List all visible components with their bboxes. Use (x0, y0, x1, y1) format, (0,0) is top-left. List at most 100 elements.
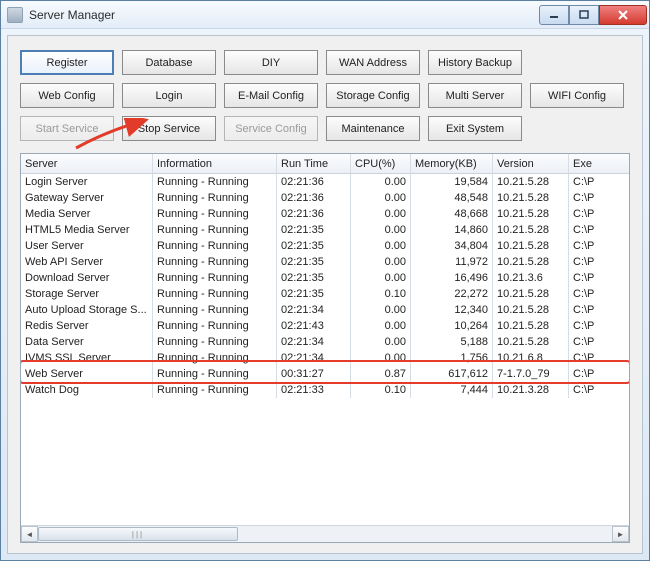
cell: Web API Server (21, 254, 153, 270)
database-button[interactable]: Database (122, 50, 216, 75)
cell: 0.00 (351, 254, 411, 270)
scroll-track[interactable]: ||| (38, 526, 612, 542)
table-row[interactable]: Redis ServerRunning - Running02:21:430.0… (21, 318, 629, 334)
cell: 10.21.5.28 (493, 302, 569, 318)
cell: 0.00 (351, 270, 411, 286)
cell: C:\P (569, 382, 615, 398)
toolbar: Register Database DIY WAN Address History Ba… (20, 50, 630, 141)
register-button[interactable]: Register (20, 50, 114, 75)
cell: 00:31:27 (277, 366, 351, 382)
col-information[interactable]: Information (153, 154, 277, 173)
cell: 48,668 (411, 206, 493, 222)
cell: C:\P (569, 286, 615, 302)
table-row[interactable]: Storage ServerRunning - Running02:21:350… (21, 286, 629, 302)
cell: Media Server (21, 206, 153, 222)
cell: IVMS SSL Server (21, 350, 153, 366)
stop-service-button[interactable]: Stop Service (122, 116, 216, 141)
cell: 0.00 (351, 334, 411, 350)
cell: 0.10 (351, 286, 411, 302)
cell: Login Server (21, 174, 153, 190)
table-row[interactable]: User ServerRunning - Running02:21:350.00… (21, 238, 629, 254)
cell: Running - Running (153, 190, 277, 206)
cell: Redis Server (21, 318, 153, 334)
cell: 10.21.5.28 (493, 174, 569, 190)
table-body: Login ServerRunning - Running02:21:360.0… (21, 174, 629, 525)
cell: 02:21:34 (277, 350, 351, 366)
cell: 02:21:35 (277, 286, 351, 302)
table-row[interactable]: Web API ServerRunning - Running02:21:350… (21, 254, 629, 270)
cell: 0.00 (351, 190, 411, 206)
cell: C:\P (569, 238, 615, 254)
table-row[interactable]: HTML5 Media ServerRunning - Running02:21… (21, 222, 629, 238)
minimize-button[interactable] (539, 5, 569, 25)
cell: 617,612 (411, 366, 493, 382)
cell: 02:21:43 (277, 318, 351, 334)
cell: C:\P (569, 366, 615, 382)
table-row[interactable]: Web ServerRunning - Running00:31:270.876… (21, 366, 629, 382)
table-row[interactable]: Login ServerRunning - Running02:21:360.0… (21, 174, 629, 190)
col-cpu[interactable]: CPU(%) (351, 154, 411, 173)
cell: 02:21:36 (277, 190, 351, 206)
table-row[interactable]: Media ServerRunning - Running02:21:360.0… (21, 206, 629, 222)
cell: Download Server (21, 270, 153, 286)
col-server[interactable]: Server (21, 154, 153, 173)
multi-server-button[interactable]: Multi Server (428, 83, 522, 108)
col-exe[interactable]: Exe (569, 154, 615, 173)
maintenance-button[interactable]: Maintenance (326, 116, 420, 141)
table-row[interactable]: Data ServerRunning - Running02:21:340.00… (21, 334, 629, 350)
maximize-icon (579, 10, 589, 20)
cell: Running - Running (153, 318, 277, 334)
col-run-time[interactable]: Run Time (277, 154, 351, 173)
cell: 10.21.5.28 (493, 286, 569, 302)
cell: 02:21:36 (277, 174, 351, 190)
cell: 02:21:33 (277, 382, 351, 398)
scroll-left-button[interactable]: ◄ (21, 526, 38, 542)
cell: 1,756 (411, 350, 493, 366)
cell: 34,804 (411, 238, 493, 254)
cell: 02:21:34 (277, 334, 351, 350)
col-version[interactable]: Version (493, 154, 569, 173)
cell: Running - Running (153, 270, 277, 286)
diy-button[interactable]: DIY (224, 50, 318, 75)
e-mail-config-button[interactable]: E-Mail Config (224, 83, 318, 108)
cell: 02:21:36 (277, 206, 351, 222)
table-header: ServerInformationRun TimeCPU(%)Memory(KB… (21, 154, 629, 174)
cell: 10.21.5.28 (493, 254, 569, 270)
cell: 0.10 (351, 382, 411, 398)
cell: Running - Running (153, 238, 277, 254)
col-memory-kb[interactable]: Memory(KB) (411, 154, 493, 173)
cell: 19,584 (411, 174, 493, 190)
scroll-right-button[interactable]: ► (612, 526, 629, 542)
horizontal-scrollbar[interactable]: ◄ ||| ► (21, 525, 629, 542)
toolbar-row-1: Register Database DIY WAN Address History Ba… (20, 50, 630, 75)
titlebar[interactable]: Server Manager (1, 1, 649, 29)
wifi-config-button[interactable]: WIFI Config (530, 83, 624, 108)
wan-address-button[interactable]: WAN Address (326, 50, 420, 75)
cell: 10.21.3.28 (493, 382, 569, 398)
toolbar-row-2: Web Config Login E-Mail Config Storage Conf… (20, 83, 630, 108)
web-config-button[interactable]: Web Config (20, 83, 114, 108)
history-backup-button[interactable]: History Backup (428, 50, 522, 75)
service-config-button: Service Config (224, 116, 318, 141)
table-row[interactable]: Watch DogRunning - Running02:21:330.107,… (21, 382, 629, 398)
login-button[interactable]: Login (122, 83, 216, 108)
cell: 10.21.5.28 (493, 206, 569, 222)
table-row[interactable]: Gateway ServerRunning - Running02:21:360… (21, 190, 629, 206)
exit-system-button[interactable]: Exit System (428, 116, 522, 141)
maximize-button[interactable] (569, 5, 599, 25)
table-row[interactable]: IVMS SSL ServerRunning - Running02:21:34… (21, 350, 629, 366)
cell: Gateway Server (21, 190, 153, 206)
cell: 0.00 (351, 238, 411, 254)
storage-config-button[interactable]: Storage Config (326, 83, 420, 108)
scroll-thumb[interactable]: ||| (38, 527, 238, 541)
table-row[interactable]: Download ServerRunning - Running02:21:35… (21, 270, 629, 286)
close-button[interactable] (599, 5, 647, 25)
cell: C:\P (569, 174, 615, 190)
cell: HTML5 Media Server (21, 222, 153, 238)
cell: 0.87 (351, 366, 411, 382)
cell: 10.21.5.28 (493, 238, 569, 254)
minimize-icon (549, 10, 559, 20)
cell: 02:21:35 (277, 270, 351, 286)
cell: 48,548 (411, 190, 493, 206)
table-row[interactable]: Auto Upload Storage S...Running - Runnin… (21, 302, 629, 318)
